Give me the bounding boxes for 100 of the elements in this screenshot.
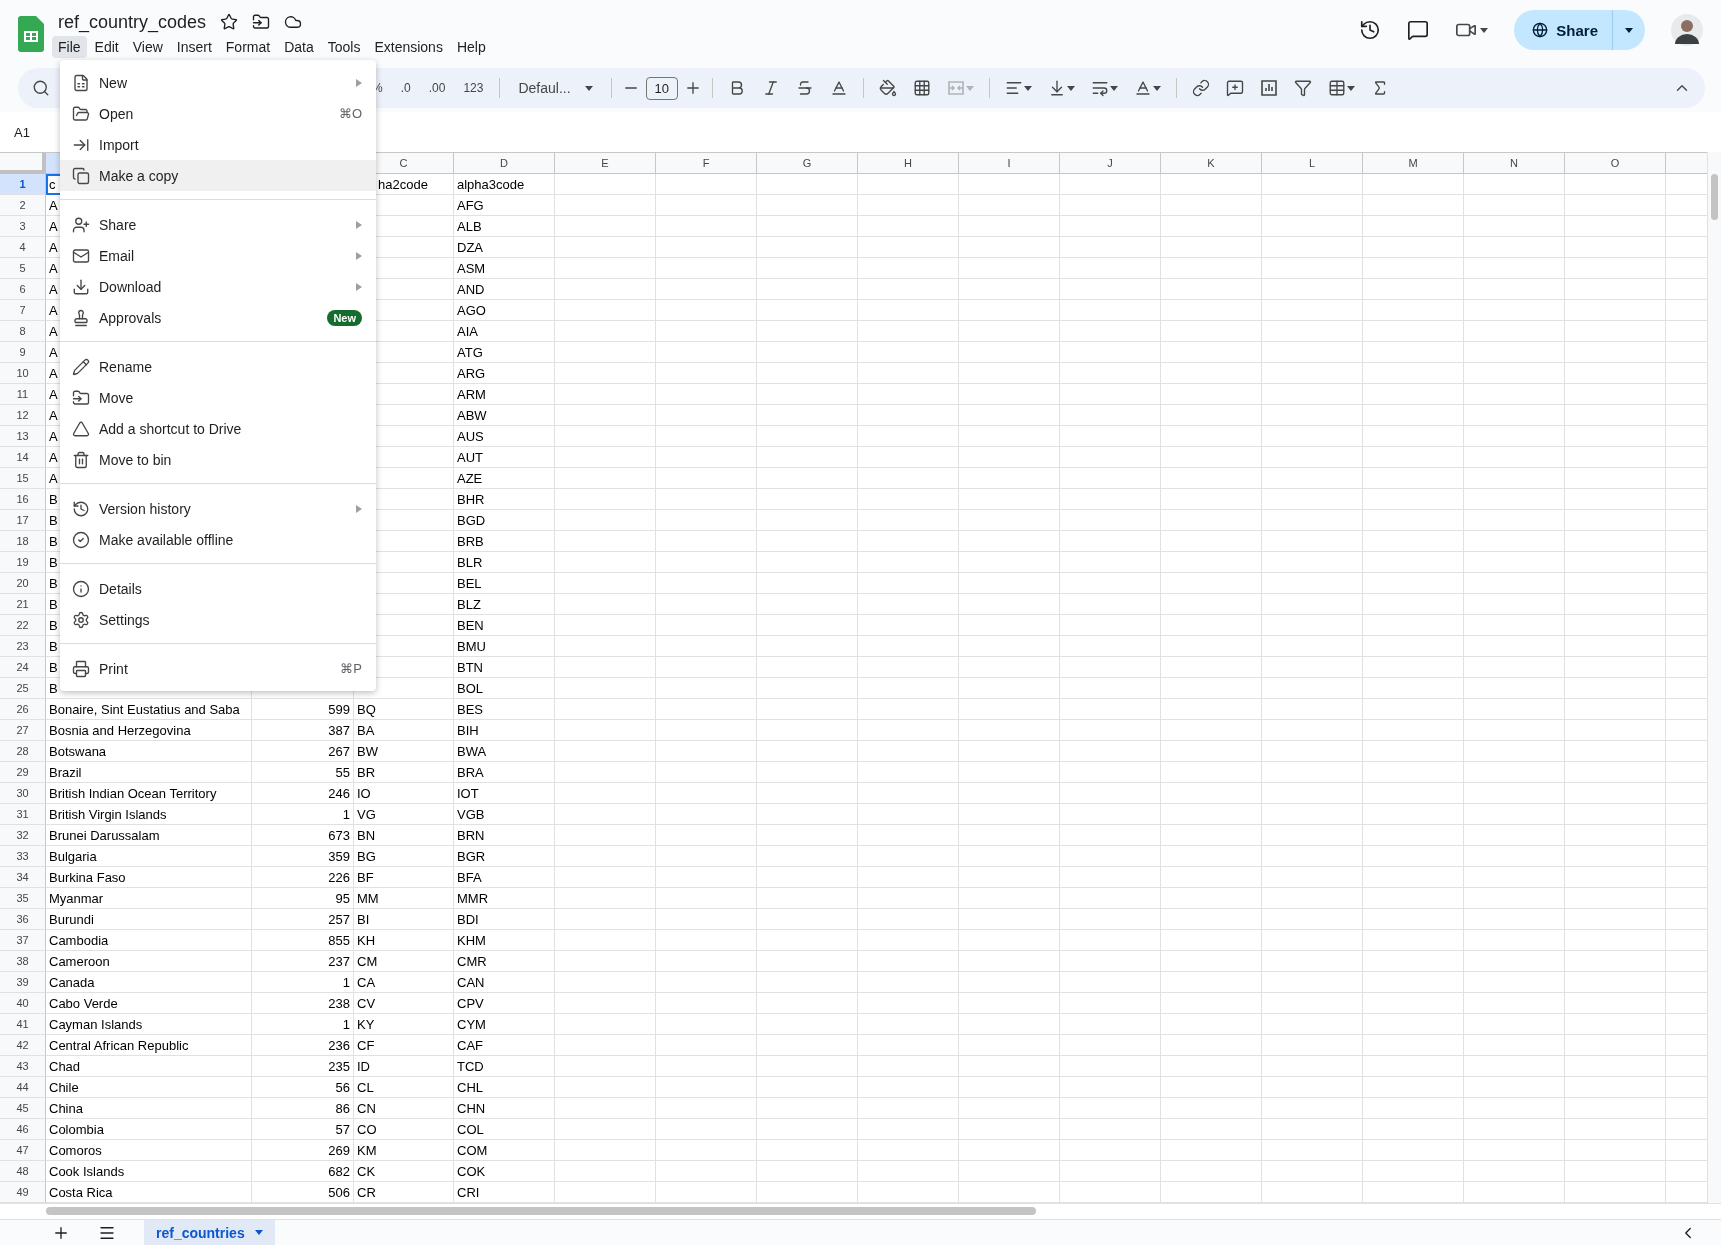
row-header[interactable]: 25 xyxy=(0,678,46,699)
row-header[interactable]: 11 xyxy=(0,384,46,405)
decrease-decimals-button[interactable]: .0 xyxy=(394,81,417,95)
row-header[interactable]: 23 xyxy=(0,636,46,657)
row-header[interactable]: 38 xyxy=(0,951,46,972)
row-header[interactable]: 24 xyxy=(0,657,46,678)
row-header[interactable]: 22 xyxy=(0,615,46,636)
avatar-icon[interactable] xyxy=(1671,14,1703,46)
row-header[interactable]: 16 xyxy=(0,489,46,510)
plus-icon[interactable] xyxy=(684,79,702,97)
menu-item[interactable]: Extensions xyxy=(368,36,449,58)
link-icon[interactable] xyxy=(1192,79,1210,97)
vertical-scrollbar[interactable] xyxy=(1707,152,1721,1203)
row-header[interactable]: 32 xyxy=(0,825,46,846)
row-header[interactable]: 39 xyxy=(0,972,46,993)
comment-icon[interactable] xyxy=(1407,19,1430,41)
row-header[interactable]: 26 xyxy=(0,699,46,720)
menu-item[interactable]: Help xyxy=(450,36,492,58)
column-header[interactable]: E xyxy=(555,153,656,174)
borders-icon[interactable] xyxy=(913,79,931,97)
row-header[interactable]: 34 xyxy=(0,867,46,888)
number-format-button[interactable]: 123 xyxy=(457,81,490,95)
row-header[interactable]: 5 xyxy=(0,258,46,279)
row-header[interactable]: 28 xyxy=(0,741,46,762)
horizontal-scrollbar[interactable] xyxy=(0,1203,1721,1219)
row-header[interactable]: 9 xyxy=(0,342,46,363)
row-header[interactable]: 35 xyxy=(0,888,46,909)
paint-bucket-icon[interactable] xyxy=(879,79,897,97)
row-header[interactable]: 31 xyxy=(0,804,46,825)
document-title[interactable]: ref_country_codes xyxy=(58,11,207,33)
menu-item[interactable]: Edit xyxy=(88,36,125,58)
row-header[interactable]: 17 xyxy=(0,510,46,531)
add-comment-icon[interactable] xyxy=(1226,79,1244,97)
row-header[interactable]: 30 xyxy=(0,783,46,804)
menu-item[interactable]: New xyxy=(60,67,376,98)
row-header[interactable]: 37 xyxy=(0,930,46,951)
row-header[interactable]: 2 xyxy=(0,195,46,216)
column-header[interactable]: J xyxy=(1060,153,1161,174)
sheet-tab[interactable]: ref_countries xyxy=(144,1220,275,1245)
row-header[interactable]: 46 xyxy=(0,1119,46,1140)
column-header[interactable]: N xyxy=(1464,153,1565,174)
star-icon[interactable] xyxy=(220,13,239,31)
name-box[interactable]: A1 xyxy=(14,124,30,140)
folder-arrow-icon[interactable] xyxy=(252,13,271,31)
row-header[interactable]: 29 xyxy=(0,762,46,783)
row-header[interactable]: 6 xyxy=(0,279,46,300)
row-header[interactable]: 41 xyxy=(0,1014,46,1035)
filter-icon[interactable] xyxy=(1294,79,1312,97)
menu-item[interactable]: Make a copy xyxy=(60,160,376,191)
cloud-icon[interactable] xyxy=(284,13,303,31)
row-header[interactable]: 15 xyxy=(0,468,46,489)
row-header[interactable]: 7 xyxy=(0,300,46,321)
font-size-field[interactable]: 10 xyxy=(645,76,678,100)
share-button[interactable]: Share xyxy=(1514,10,1645,50)
column-header[interactable]: F xyxy=(656,153,757,174)
menu-item[interactable]: Format xyxy=(219,36,277,58)
menu-item[interactable]: Open ⌘O xyxy=(60,98,376,129)
increase-decimals-button[interactable]: .00 xyxy=(422,81,452,95)
row-header[interactable]: 14 xyxy=(0,447,46,468)
row-header[interactable]: 13 xyxy=(0,426,46,447)
row-header[interactable]: 8 xyxy=(0,321,46,342)
row-header[interactable]: 1 xyxy=(0,174,46,195)
column-header[interactable]: M xyxy=(1363,153,1464,174)
menu-item[interactable]: View xyxy=(126,36,169,58)
row-header[interactable]: 12 xyxy=(0,405,46,426)
row-header[interactable]: 40 xyxy=(0,993,46,1014)
row-header[interactable]: 49 xyxy=(0,1182,46,1203)
menu-item[interactable]: Insert xyxy=(170,36,218,58)
column-header[interactable]: I xyxy=(959,153,1060,174)
row-header[interactable]: 18 xyxy=(0,531,46,552)
chart-icon[interactable] xyxy=(1260,79,1278,97)
row-header[interactable]: 44 xyxy=(0,1077,46,1098)
italic-icon[interactable] xyxy=(762,79,780,97)
column-header[interactable]: D xyxy=(454,153,555,174)
row-header[interactable]: 21 xyxy=(0,594,46,615)
row-header[interactable]: 27 xyxy=(0,720,46,741)
row-header[interactable]: 4 xyxy=(0,237,46,258)
row-header[interactable]: 42 xyxy=(0,1035,46,1056)
menu-item[interactable]: Tools xyxy=(321,36,367,58)
column-header[interactable]: O xyxy=(1565,153,1666,174)
menu-item[interactable]: Data xyxy=(278,36,320,58)
row-header[interactable]: 20 xyxy=(0,573,46,594)
row-header[interactable]: 10 xyxy=(0,363,46,384)
row-header[interactable]: 19 xyxy=(0,552,46,573)
search-icon[interactable] xyxy=(32,79,50,97)
font-dropdown[interactable]: Defaul... xyxy=(510,80,601,96)
strikethrough-icon[interactable] xyxy=(796,79,814,97)
row-header[interactable]: 43 xyxy=(0,1056,46,1077)
row-header[interactable]: 47 xyxy=(0,1140,46,1161)
row-header[interactable]: 45 xyxy=(0,1098,46,1119)
column-header[interactable]: L xyxy=(1262,153,1363,174)
row-header[interactable]: 36 xyxy=(0,909,46,930)
column-header[interactable]: K xyxy=(1161,153,1262,174)
column-header[interactable]: H xyxy=(858,153,959,174)
column-header[interactable]: G xyxy=(757,153,858,174)
history-icon[interactable] xyxy=(1359,19,1382,41)
row-header[interactable]: 33 xyxy=(0,846,46,867)
row-header[interactable]: 3 xyxy=(0,216,46,237)
menu-item[interactable]: File xyxy=(52,36,87,58)
text-color-icon[interactable] xyxy=(830,79,848,97)
